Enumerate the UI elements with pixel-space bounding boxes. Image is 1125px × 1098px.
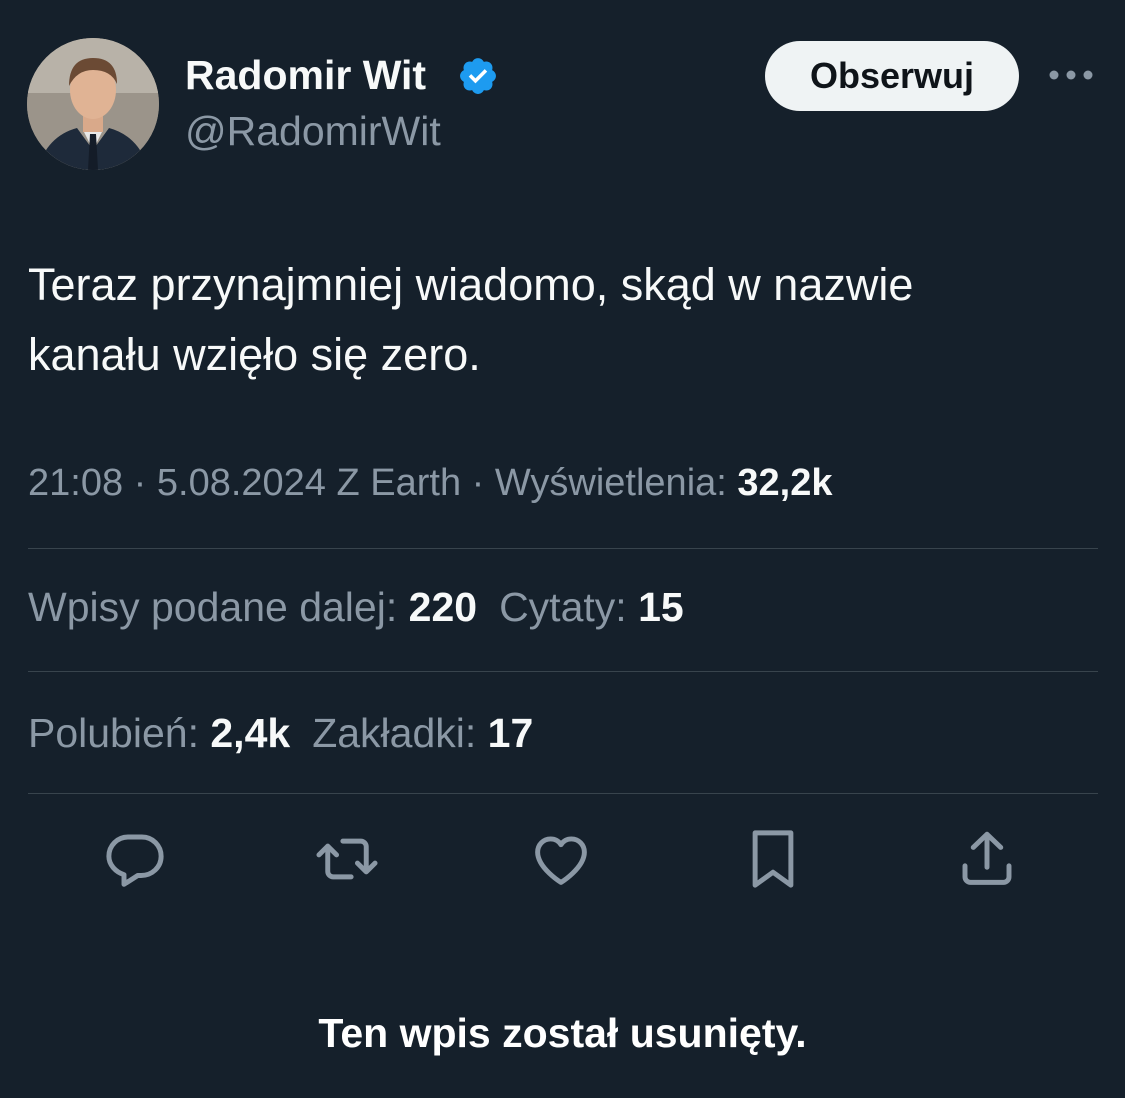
tweet-header: Radomir Wit @RadomirWit Obserwuj	[0, 0, 1125, 200]
likes-stat[interactable]: Polubień: 2,4k	[28, 710, 290, 756]
reposts-stat[interactable]: Wpisy podane dalej: 220	[28, 584, 477, 630]
reply-button[interactable]	[102, 826, 168, 892]
bookmark-button[interactable]	[740, 826, 806, 892]
author-handle[interactable]: @RadomirWit	[185, 108, 441, 155]
like-icon	[535, 836, 587, 885]
verified-badge-icon	[460, 58, 496, 94]
reposts-label: Wpisy podane dalej:	[28, 584, 398, 630]
avatar[interactable]	[27, 38, 159, 170]
likes-label: Polubień:	[28, 710, 199, 756]
likes-count: 2,4k	[210, 710, 291, 756]
quotes-stat[interactable]: Cytaty: 15	[499, 584, 684, 630]
bookmarks-label: Zakładki:	[312, 710, 477, 756]
bookmark-icon	[752, 830, 794, 888]
quotes-label: Cytaty:	[499, 584, 627, 630]
tweet-time[interactable]: 21:08	[28, 462, 123, 504]
tweet-source: Z Earth	[325, 462, 462, 504]
author-display-name[interactable]: Radomir Wit	[185, 52, 426, 99]
more-options-icon[interactable]	[1045, 58, 1097, 92]
tweet-meta: 21:08 · 5.08.2024 Z Earth · Wyświetlenia…	[28, 462, 1098, 505]
repost-button[interactable]	[314, 826, 380, 892]
views-count: 32,2k	[737, 462, 833, 504]
reply-icon	[106, 834, 164, 887]
tweet-text: Teraz przynajmniej wiadomo, skąd w nazwi…	[28, 250, 1098, 390]
divider	[28, 548, 1098, 549]
share-icon	[962, 831, 1012, 885]
meta-separator: ·	[461, 462, 495, 504]
repost-stats: Wpisy podane dalej: 220 Cytaty: 15	[28, 584, 1098, 631]
follow-button[interactable]: Obserwuj	[765, 41, 1019, 111]
deleted-notice: Ten wpis został usunięty.	[318, 1010, 807, 1056]
like-stats: Polubień: 2,4k Zakładki: 17	[28, 710, 1098, 757]
divider	[28, 793, 1098, 794]
reposts-count: 220	[408, 584, 478, 630]
bookmarks-count: 17	[487, 710, 534, 756]
tweet-text-line-2: kanału wzięło się zero.	[28, 329, 481, 380]
bookmarks-stat[interactable]: Zakładki: 17	[312, 710, 533, 756]
views-label: Wyświetlenia:	[494, 462, 727, 504]
quotes-count: 15	[638, 584, 684, 630]
divider	[28, 671, 1098, 672]
share-button[interactable]	[954, 826, 1020, 892]
tweet-date[interactable]: 5.08.2024	[157, 462, 326, 504]
meta-separator: ·	[123, 462, 157, 504]
like-button[interactable]	[528, 826, 594, 892]
tweet-text-line-1: Teraz przynajmniej wiadomo, skąd w nazwi…	[28, 259, 914, 310]
repost-icon	[316, 838, 378, 880]
